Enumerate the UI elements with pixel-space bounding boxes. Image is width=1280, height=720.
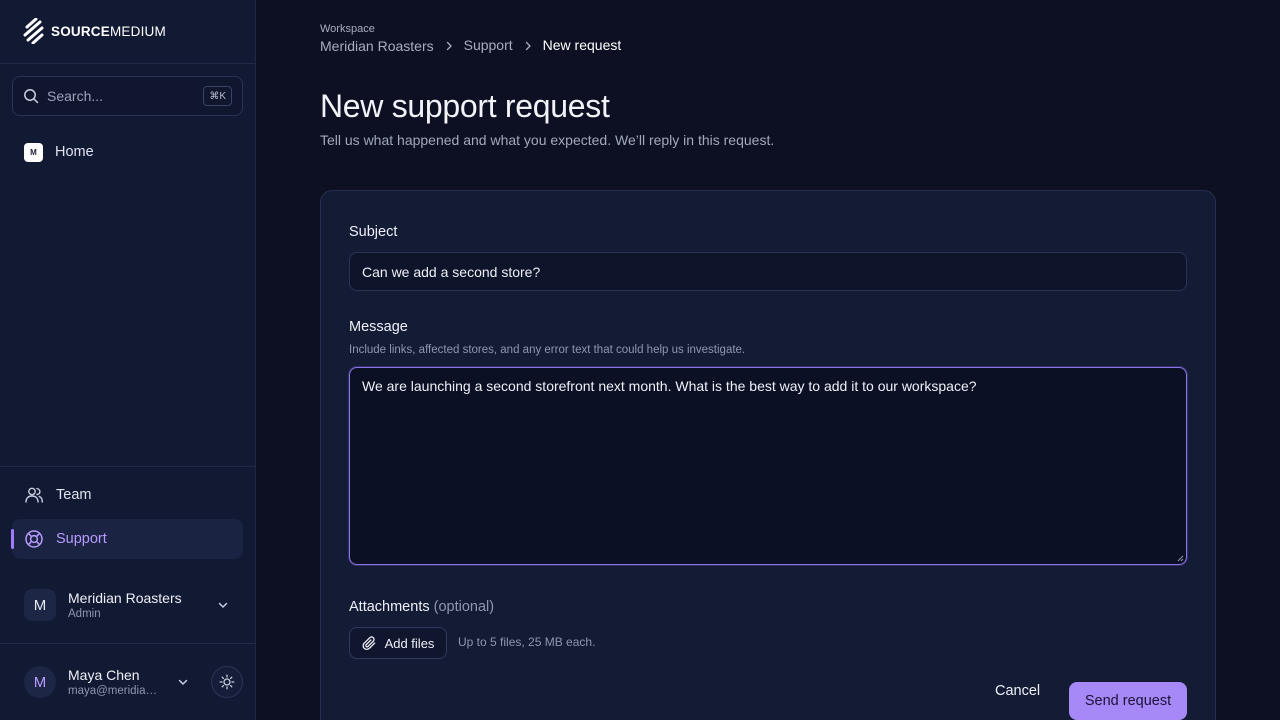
send-request-button[interactable]: Send request xyxy=(1069,682,1187,720)
sidebar: SOURCEMEDIUM Search... ⌘K M Home Team Su… xyxy=(0,0,256,720)
add-files-label: Add files xyxy=(384,635,435,651)
message-label: Message xyxy=(349,319,408,335)
subject-label: Subject xyxy=(349,224,398,240)
subject-input[interactable]: Can we add a second store? xyxy=(349,252,1187,291)
page-title: New support request xyxy=(320,88,610,124)
sidebar-item-team[interactable]: Team xyxy=(12,475,243,515)
sidebar-item-label: Team xyxy=(56,487,92,503)
breadcrumb-workspace[interactable]: Workspace Meridian Roasters xyxy=(320,23,434,54)
brand-logo[interactable]: SOURCEMEDIUM xyxy=(23,18,166,44)
sidebar-item-home[interactable]: M Home xyxy=(12,132,243,172)
sidebar-divider-bottom xyxy=(0,643,255,644)
user-avatar: M xyxy=(24,666,56,698)
active-indicator xyxy=(11,529,14,549)
user-name: Maya Chen xyxy=(68,667,140,683)
user-menu-chevron-icon[interactable] xyxy=(175,674,191,690)
sidebar-item-support[interactable]: Support xyxy=(11,519,243,559)
attachments-optional: (optional) xyxy=(433,599,495,615)
brand-name: SOURCEMEDIUM xyxy=(51,23,166,39)
add-files-button[interactable]: Add files xyxy=(349,627,447,659)
breadcrumb-support[interactable]: Support xyxy=(464,37,513,54)
support-request-form: Subject Can we add a second store? Messa… xyxy=(320,190,1216,720)
user-info[interactable]: Maya Chen maya@meridianr... xyxy=(68,667,163,697)
paperclip-icon xyxy=(362,635,375,650)
workspace-avatar: M xyxy=(24,589,56,621)
workspace-role: Admin xyxy=(68,608,101,620)
theme-toggle-button[interactable] xyxy=(211,666,243,698)
app-root: SOURCEMEDIUM Search... ⌘K M Home Team Su… xyxy=(0,0,1280,720)
user-email: maya@meridianr... xyxy=(68,685,163,697)
workspace-name: Meridian Roasters xyxy=(68,590,182,606)
search-box[interactable]: Search... ⌘K xyxy=(12,76,243,116)
sun-icon xyxy=(219,674,235,690)
workspace-switcher[interactable]: M Meridian Roasters Admin xyxy=(12,581,243,629)
attachments-label: Attachments (optional) xyxy=(349,599,495,615)
chevron-right-icon xyxy=(523,41,533,54)
user-account: M Maya Chen maya@meridianr... xyxy=(12,658,243,706)
sidebar-divider-middle xyxy=(0,466,255,467)
breadcrumb-workspace-label: Workspace xyxy=(320,23,375,35)
sidebar-item-label: Support xyxy=(56,531,107,547)
sidebar-item-label: Home xyxy=(55,144,94,160)
workspace-info: Meridian Roasters Admin xyxy=(68,590,203,620)
search-icon xyxy=(24,89,39,104)
cancel-button[interactable]: Cancel xyxy=(995,683,1040,699)
sidebar-divider-top xyxy=(0,63,255,64)
resize-handle-icon[interactable] xyxy=(1176,554,1184,562)
breadcrumb: Workspace Meridian Roasters Support New … xyxy=(320,23,621,54)
breadcrumb-workspace-name: Meridian Roasters xyxy=(320,38,434,54)
message-text: We are launching a second storefront nex… xyxy=(362,378,977,394)
message-textarea[interactable]: We are launching a second storefront nex… xyxy=(349,367,1187,565)
files-limit-hint: Up to 5 files, 25 MB each. xyxy=(458,635,596,649)
logo-icon xyxy=(23,18,44,44)
message-hint: Include links, affected stores, and any … xyxy=(349,344,746,356)
search-input[interactable]: Search... xyxy=(47,88,195,104)
search-shortcut-badge: ⌘K xyxy=(203,86,232,106)
chevron-right-icon xyxy=(444,41,454,54)
page-subtitle: Tell us what happened and what you expec… xyxy=(320,132,775,148)
users-icon xyxy=(25,487,43,503)
chevron-down-icon xyxy=(215,597,231,613)
lifebuoy-icon xyxy=(25,530,43,548)
main-content: Workspace Meridian Roasters Support New … xyxy=(256,0,1280,720)
home-icon: M xyxy=(24,142,43,162)
breadcrumb-current: New request xyxy=(542,37,622,53)
